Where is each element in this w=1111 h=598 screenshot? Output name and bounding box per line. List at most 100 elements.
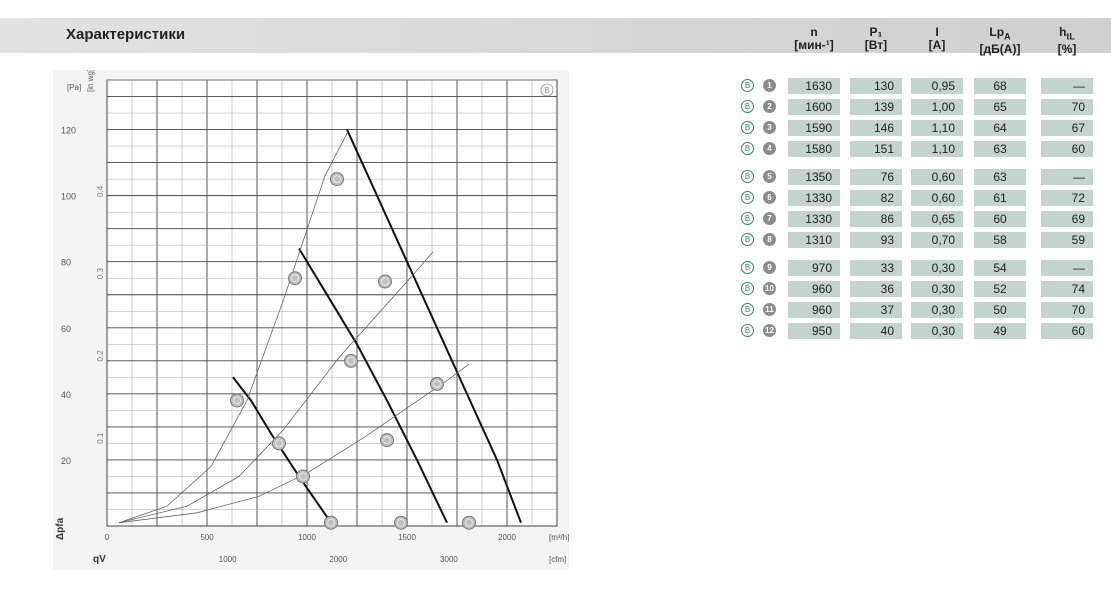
curve-badge: B: [741, 79, 754, 92]
row-number: 11: [763, 303, 776, 316]
table-cell-htl: —: [1041, 169, 1093, 185]
table-cell-lpa: 50: [974, 302, 1026, 318]
table-cell-lpa: 64: [974, 120, 1026, 136]
column-name-subscript: A: [1004, 31, 1011, 42]
table-cell-n: 1630: [788, 78, 840, 94]
row-number: 2: [763, 100, 776, 113]
curve-badge: B: [741, 100, 754, 113]
operating-point: [394, 515, 408, 530]
table-cell-lpa: 52: [974, 281, 1026, 297]
y2-tick-label: 0.2: [96, 350, 105, 362]
table-cell-i: 0,60: [911, 169, 963, 185]
table-cell-i: 1,00: [911, 99, 963, 115]
column-name: I: [935, 25, 939, 39]
table-cell-p1: 151: [850, 141, 902, 157]
table-cell-n: 960: [788, 281, 840, 297]
y2-tick-label: 0.4: [96, 185, 105, 197]
row-number: 4: [763, 142, 776, 155]
y-tick-label: 80: [61, 258, 71, 268]
column-name: n: [810, 25, 818, 39]
page-title: Характеристики: [66, 26, 186, 43]
table-cell-i: 0,60: [911, 190, 963, 206]
operating-point: [330, 172, 344, 187]
table-cell-p1: 82: [850, 190, 902, 206]
table-cell-p1: 37: [850, 302, 902, 318]
column-header: htL [%]: [1035, 26, 1099, 56]
y2-tick-label: 0.3: [96, 268, 105, 280]
chart-svg: 20 40 60 80 100 120 0.1 0.2 0.3 0.4 [Pa] [in wg] Δpf…: [53, 69, 569, 570]
column-unit: [%]: [1057, 42, 1077, 57]
table-cell-n: 960: [788, 302, 840, 318]
column-header: P₁ [Вт]: [844, 26, 908, 52]
y-tick-label: 20: [61, 456, 71, 466]
row-number: 7: [763, 212, 776, 225]
column-unit: [дБ(A)]: [979, 42, 1021, 57]
table-cell-htl: —: [1041, 260, 1093, 276]
x-tick-label: 500: [200, 533, 214, 542]
table-cell-htl: 72: [1041, 190, 1093, 206]
table-cell-p1: 139: [850, 99, 902, 115]
row-number: 6: [763, 191, 776, 204]
column-header: n [мин-¹]: [782, 26, 846, 52]
table-cell-i: 0,95: [911, 78, 963, 94]
table-cell-n: 1600: [788, 99, 840, 115]
column-unit: [Вт]: [864, 38, 888, 52]
curve-badge: B: [741, 191, 754, 204]
curve-badge: B: [741, 170, 754, 183]
operating-point: [296, 469, 310, 484]
row-number: 3: [763, 121, 776, 134]
table-cell-lpa: 63: [974, 169, 1026, 185]
table-cell-i: 0,30: [911, 302, 963, 318]
table-cell-i: 0,70: [911, 232, 963, 248]
table-cell-htl: 70: [1041, 302, 1093, 318]
table-cell-n: 1590: [788, 120, 840, 136]
column-header: I [A]: [905, 26, 969, 52]
x-tick-label: 2000: [498, 533, 516, 542]
table-cell-p1: 86: [850, 211, 902, 227]
curve-badge: B: [741, 233, 754, 246]
table-cell-htl: 60: [1041, 141, 1093, 157]
row-number: 10: [763, 282, 776, 295]
table-cell-n: 970: [788, 260, 840, 276]
operating-point: [430, 376, 444, 391]
operating-point: [288, 271, 302, 286]
operating-point: [380, 433, 394, 448]
row-number: 8: [763, 233, 776, 246]
x-tick-label: 1500: [398, 533, 416, 542]
table-cell-n: 1310: [788, 232, 840, 248]
table-cell-p1: 76: [850, 169, 902, 185]
row-number: 12: [763, 324, 776, 337]
table-cell-lpa: 60: [974, 211, 1026, 227]
curve-badge: B: [741, 282, 754, 295]
table-cell-n: 1350: [788, 169, 840, 185]
y-axis-label: [Pa]: [67, 83, 81, 92]
curve-badge: B: [741, 142, 754, 155]
x-axis-label: [m³/h]: [549, 533, 569, 542]
fan-performance-chart: 20 40 60 80 100 120 0.1 0.2 0.3 0.4 [Pa] [in wg] Δpf…: [53, 69, 573, 580]
table-cell-i: 0,30: [911, 323, 963, 339]
table-cell-p1: 93: [850, 232, 902, 248]
x2-tick-label: 3000: [440, 555, 458, 564]
table-cell-i: 1,10: [911, 141, 963, 157]
table-cell-lpa: 63: [974, 141, 1026, 157]
y2-tick-label: 0.1: [96, 432, 105, 444]
y2-axis-label: [in wg]: [86, 70, 95, 92]
table-cell-p1: 33: [850, 260, 902, 276]
operating-point: [230, 393, 244, 408]
table-cell-lpa: 49: [974, 323, 1026, 339]
table-cell-lpa: 68: [974, 78, 1026, 94]
table-cell-lpa: 65: [974, 99, 1026, 115]
x-tick-label: 1000: [298, 533, 316, 542]
table-cell-i: 1,10: [911, 120, 963, 136]
y-tick-label: 100: [61, 192, 76, 202]
table-cell-i: 0,65: [911, 211, 963, 227]
table-cell-htl: 60: [1041, 323, 1093, 339]
table-cell-lpa: 54: [974, 260, 1026, 276]
y-tick-label: 60: [61, 324, 71, 334]
corner-badge-label: B: [544, 86, 549, 95]
table-cell-lpa: 58: [974, 232, 1026, 248]
column-header: LpA [дБ(A)]: [968, 26, 1032, 56]
table-cell-n: 1330: [788, 211, 840, 227]
curve-badge: B: [741, 121, 754, 134]
table-cell-p1: 40: [850, 323, 902, 339]
